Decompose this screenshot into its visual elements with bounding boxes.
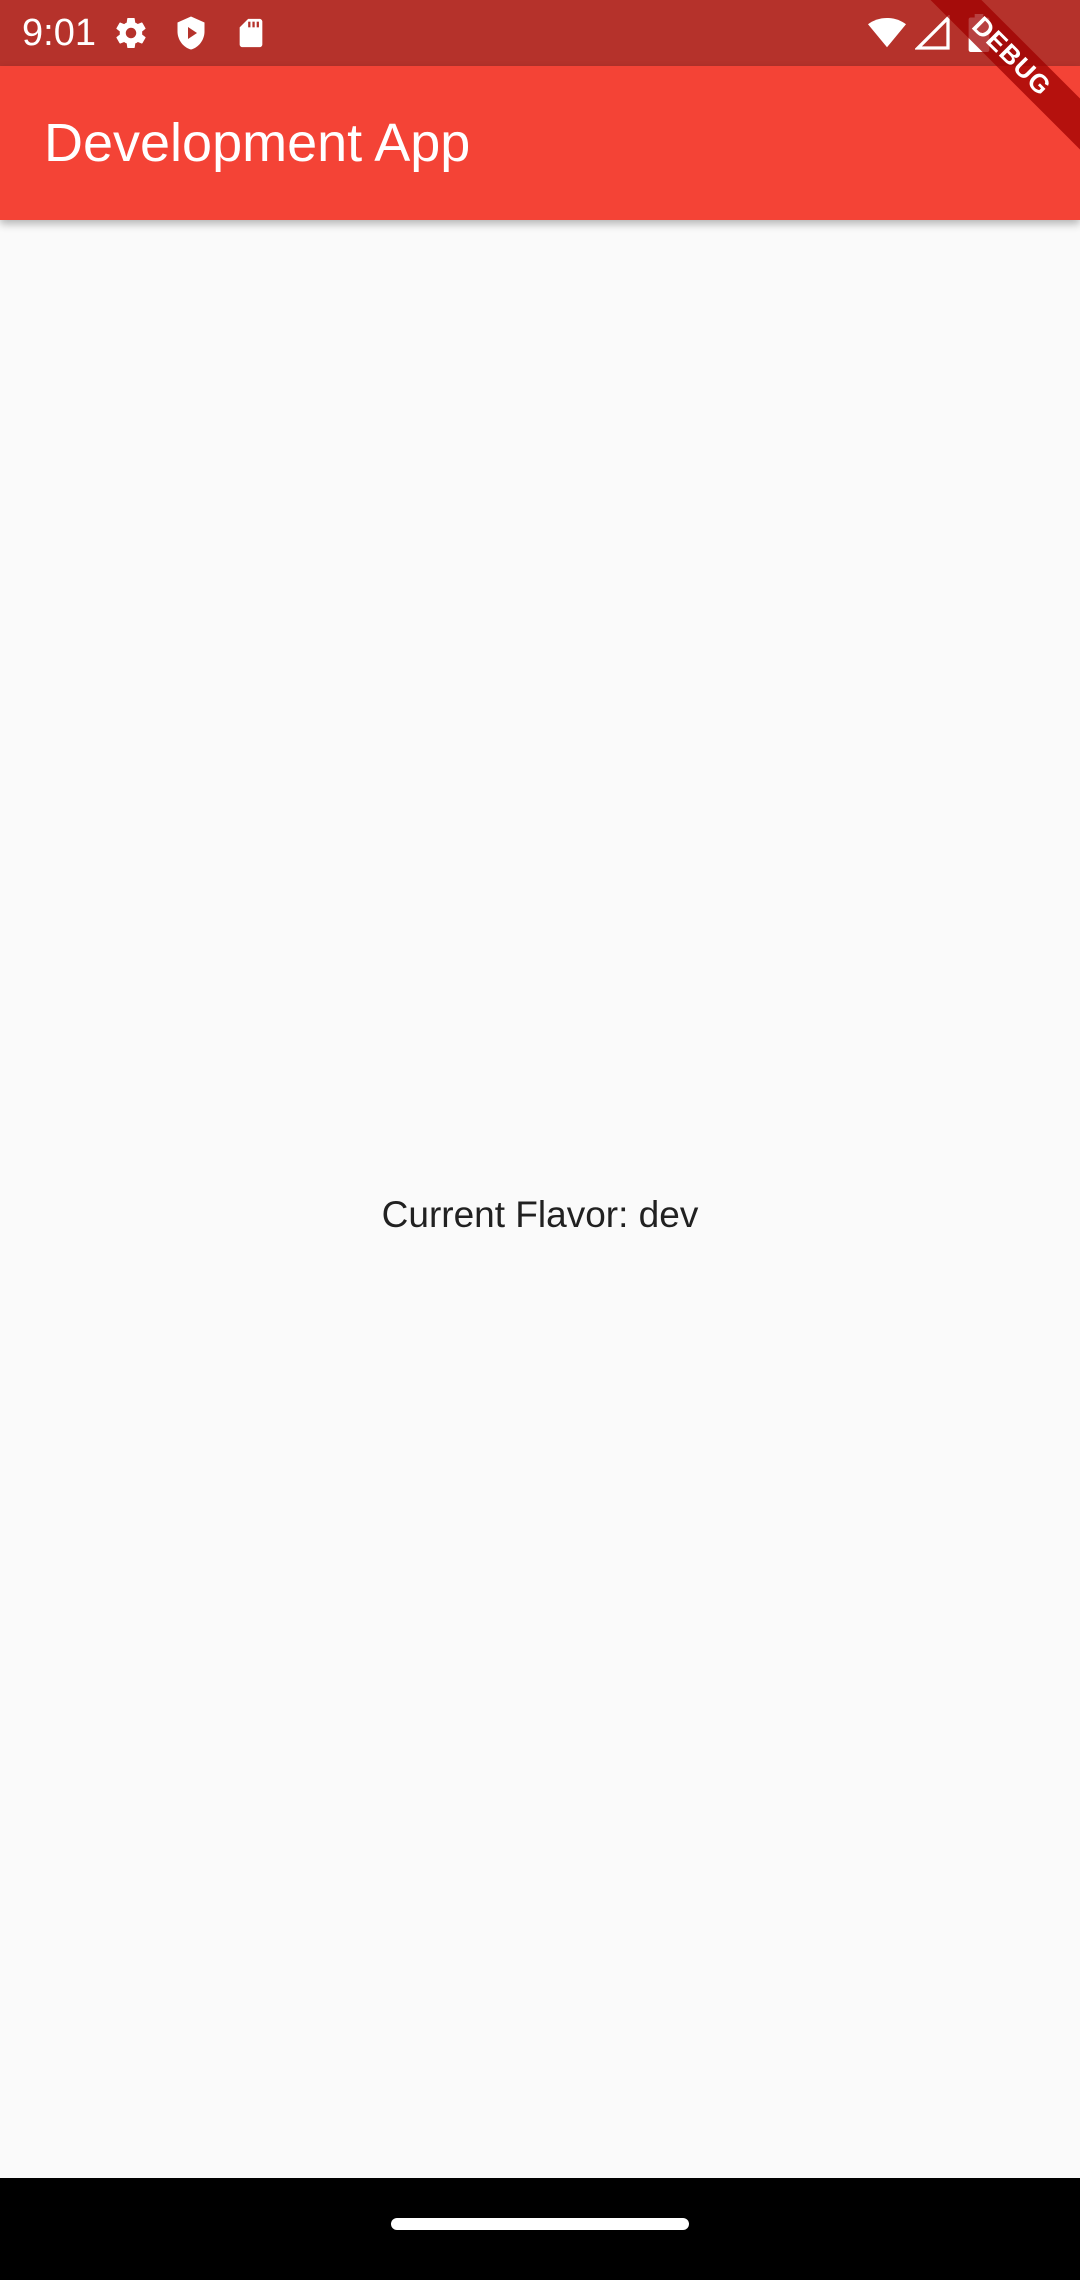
status-left-icons [112, 14, 270, 52]
body-content: Current Flavor: dev [0, 220, 1080, 2178]
sd-card-icon [232, 14, 270, 52]
gear-icon [112, 14, 150, 52]
status-right-icons [868, 14, 998, 52]
status-bar: 9:01 [0, 0, 1080, 66]
shield-play-icon [172, 14, 210, 52]
screen: 9:01 Development App DEBUG Current Flavo… [0, 0, 1080, 2280]
app-title: Development App [44, 113, 471, 173]
current-flavor-text: Current Flavor: dev [381, 1193, 699, 1235]
cell-signal-icon [914, 14, 952, 52]
home-handle[interactable] [391, 2218, 689, 2230]
navigation-bar [0, 2178, 1080, 2280]
battery-icon [960, 14, 998, 52]
status-time: 9:01 [22, 12, 96, 54]
app-bar: Development App [0, 66, 1080, 220]
wifi-icon [868, 14, 906, 52]
